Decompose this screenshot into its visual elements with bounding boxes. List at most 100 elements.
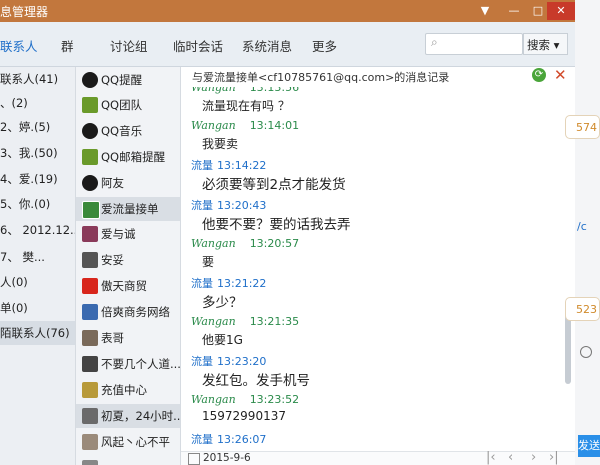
- friend-item[interactable]: 表哥: [76, 326, 180, 350]
- message-sender-line: 流量 13:20:43: [191, 197, 266, 213]
- sender-name: 流量: [191, 355, 213, 368]
- avatar: [82, 434, 98, 450]
- friend-item[interactable]: 不要几个人道...: [76, 352, 180, 376]
- message-sender-line: Wangan 13:13:56: [191, 87, 299, 94]
- group-item[interactable]: 2、婷.(5): [0, 115, 75, 139]
- message-text: 必须要等到2点才能发货: [202, 177, 346, 193]
- send-button[interactable]: 发送: [578, 435, 600, 457]
- search-input[interactable]: ⌕: [425, 33, 523, 55]
- friend-item[interactable]: [76, 456, 180, 465]
- penguin-avatar: [82, 72, 98, 88]
- friend-item[interactable]: 风起丶心不平: [76, 430, 180, 454]
- avatar: [82, 330, 98, 346]
- friend-item[interactable]: 充值中心: [76, 378, 180, 402]
- group-item[interactable]: 3、我.(50): [0, 141, 75, 165]
- friend-item[interactable]: QQ邮箱提醒: [76, 145, 180, 169]
- message-sender-line: Wangan 13:20:57: [191, 237, 299, 250]
- badge-523: 523: [565, 297, 600, 321]
- message-text: 他要不要？要的话我去弄: [202, 217, 351, 233]
- last-page-icon[interactable]: ›|: [549, 450, 559, 465]
- tab-system-messages[interactable]: 系统消息: [242, 36, 292, 55]
- calendar-icon[interactable]: [188, 453, 200, 465]
- message-time: 13:14:22: [217, 159, 267, 172]
- group-list: 联系人(41) 、(2) 2、婷.(5) 3、我.(50) 4、爱.(19) 5…: [0, 67, 76, 465]
- friend-item[interactable]: QQ音乐: [76, 119, 180, 143]
- close-icon[interactable]: ✕: [547, 2, 575, 20]
- tab-temp-sessions[interactable]: 临时会话: [173, 36, 223, 55]
- group-item[interactable]: 单(0): [0, 296, 75, 320]
- minimize-icon[interactable]: —: [505, 2, 523, 20]
- avatar: [82, 408, 98, 424]
- avatar: [82, 304, 98, 320]
- message-sender-line: 流量 13:14:22: [191, 157, 266, 173]
- avatar: [82, 356, 98, 372]
- message-text: 流量现在有吗 ？: [202, 99, 290, 113]
- group-item[interactable]: 人(0): [0, 270, 75, 294]
- group-item-selected[interactable]: 陌联系人(76): [0, 321, 75, 345]
- friend-item[interactable]: QQ团队: [76, 93, 180, 117]
- badge-574: 574: [565, 115, 600, 139]
- message-time: 13:23:52: [249, 393, 300, 406]
- chat-history-header: 与爱流量接单<cf10785761@qq.com>的消息记录: [192, 71, 450, 84]
- sender-name: 流量: [191, 159, 213, 172]
- tab-more[interactable]: 更多: [312, 36, 337, 55]
- friend-item-selected[interactable]: 爱流量接单: [76, 197, 180, 221]
- friend-item[interactable]: 倍爽商务网络: [76, 300, 180, 324]
- tab-contacts[interactable]: 联系人: [0, 36, 38, 55]
- message-time: 13:26:07: [217, 433, 267, 446]
- sender-name: Wangan: [191, 315, 236, 328]
- search-button[interactable]: 搜索 ▾: [523, 33, 568, 55]
- sender-name: Wangan: [191, 87, 236, 94]
- group-item[interactable]: 7、 樊...: [0, 245, 75, 269]
- group-item[interactable]: 4、爱.(19): [0, 167, 75, 191]
- friend-item[interactable]: 傲天商贸: [76, 274, 180, 298]
- message-sender-line: Wangan 13:14:01: [191, 119, 299, 132]
- sender-name: 流量: [191, 277, 213, 290]
- message-time: 13:20:57: [249, 237, 300, 250]
- sender-name: 流量: [191, 199, 213, 212]
- message-scrollbar[interactable]: [565, 314, 571, 384]
- message-text: 发红包。发手机号: [202, 373, 310, 389]
- friend-item[interactable]: 安妥: [76, 248, 180, 272]
- friend-item[interactable]: 初夏，24小时...: [76, 404, 180, 428]
- history-date[interactable]: 2015-9-6: [203, 452, 251, 464]
- sender-name: Wangan: [191, 119, 236, 132]
- message-sender-line: Wangan 13:21:35: [191, 315, 299, 328]
- group-item[interactable]: 联系人(41): [0, 67, 75, 91]
- message-text: 要: [202, 255, 215, 269]
- message-text: 15972990137: [202, 409, 286, 423]
- message-text: 我要卖: [202, 137, 239, 151]
- group-item[interactable]: 5、你.(0): [0, 192, 75, 216]
- clock-icon: [580, 346, 592, 358]
- first-page-icon[interactable]: |‹: [486, 450, 496, 465]
- tab-groups[interactable]: 群: [61, 36, 74, 55]
- prev-page-icon[interactable]: ‹: [508, 450, 513, 465]
- avatar: [82, 460, 98, 465]
- refresh-icon[interactable]: ⟳: [532, 68, 546, 82]
- penguin-avatar: [82, 175, 98, 191]
- menu-arrow-icon[interactable]: ▼: [476, 2, 494, 20]
- sender-name: Wangan: [191, 393, 236, 406]
- avatar: [82, 226, 98, 242]
- tab-discussions[interactable]: 讨论组: [110, 36, 148, 55]
- friend-item[interactable]: 爱与诚: [76, 222, 180, 246]
- next-page-icon[interactable]: ›: [531, 450, 536, 465]
- maximize-icon[interactable]: □: [529, 2, 547, 20]
- search-icon: ⌕: [431, 35, 438, 49]
- message-time: 13:21:35: [249, 315, 300, 328]
- group-item[interactable]: 6、 2012.12....: [0, 218, 75, 242]
- message-time: 13:21:22: [217, 277, 267, 290]
- avatar: [82, 252, 98, 268]
- friend-item[interactable]: QQ提醒: [76, 68, 180, 92]
- flag-avatar: [82, 278, 98, 294]
- friend-item[interactable]: 阿友: [76, 171, 180, 195]
- window-title: 息管理器: [0, 5, 49, 19]
- history-footer: 2015-9-6 |‹ ‹ › ›|: [181, 450, 575, 465]
- title-bar: 息管理器 ▼ — □ ✕: [0, 0, 575, 22]
- delete-icon[interactable]: ✕: [554, 66, 567, 84]
- message-manager-window: 息管理器 ▼ — □ ✕ 联系人 群 讨论组 临时会话 系统消息 更多 ⌕ 搜索…: [0, 0, 575, 465]
- tab-bar: 联系人 群 讨论组 临时会话 系统消息 更多 ⌕ 搜索 ▾: [0, 22, 575, 67]
- group-item[interactable]: 、(2): [0, 91, 75, 115]
- message-time: 13:14:01: [249, 119, 300, 132]
- background-link[interactable]: /c: [577, 220, 587, 233]
